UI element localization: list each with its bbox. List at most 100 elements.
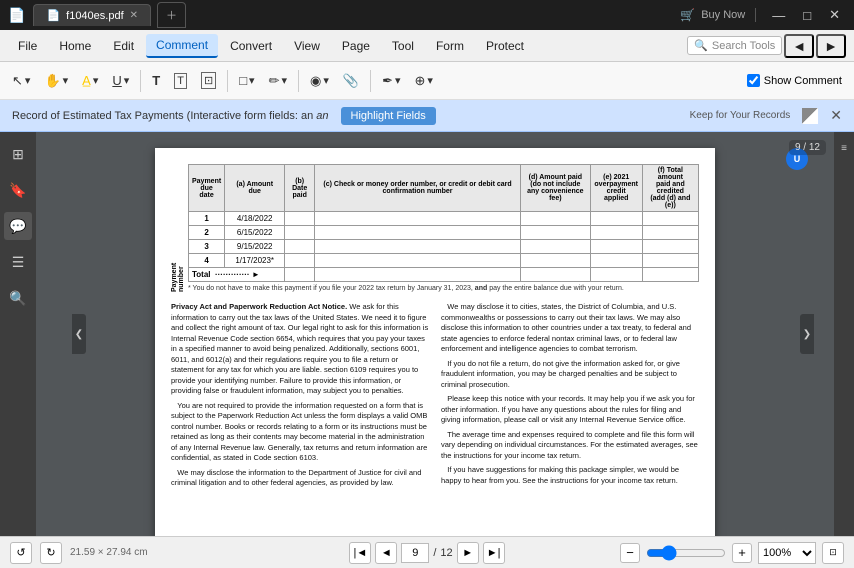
draw-tool-button[interactable]: ✏ ▾ [263, 67, 293, 95]
minimize-button[interactable]: — [766, 6, 791, 25]
show-comment-checkbox[interactable] [747, 74, 760, 87]
text-icon: T [152, 73, 160, 88]
row-4-a [285, 254, 315, 268]
toolbar-sep-2 [227, 70, 228, 92]
row-3-c [520, 240, 590, 254]
zoom-out-button[interactable]: − [620, 543, 640, 563]
panel-layers-button[interactable]: ☰ [4, 248, 32, 276]
menu-edit[interactable]: Edit [103, 35, 144, 57]
pdf-viewport[interactable]: U Paymentnumber Paymentduedate (a) Amoun… [36, 132, 834, 536]
shape-icon: □ [239, 73, 247, 88]
privacy-r1: We may disclose it to cities, states, th… [441, 302, 699, 355]
menu-comment[interactable]: Comment [146, 34, 218, 58]
right-panel-toggle[interactable]: ≡ [836, 140, 852, 156]
payment-number-header: Paymentnumber [171, 164, 185, 292]
buy-now-label[interactable]: Buy Now [701, 9, 745, 21]
hand-tool-button[interactable]: ✋ ▾ [38, 67, 74, 95]
scroll-left-indicator[interactable]: ❮ [72, 314, 86, 354]
zoom-slider[interactable] [646, 545, 726, 561]
row-1-date: 4/18/2022 [225, 212, 285, 226]
notification-close-button[interactable]: ✕ [830, 107, 842, 124]
titlebar-left: 📄 📄 f1040es.pdf ✕ ＋ [8, 2, 186, 28]
shape-tool-button[interactable]: □ ▾ [233, 67, 260, 95]
titlebar-separator [755, 8, 756, 22]
last-page-button[interactable]: ►| [483, 542, 505, 564]
select-tool-button[interactable]: ↖ ▾ [6, 67, 36, 95]
panel-bookmark-button[interactable]: 🔖 [4, 176, 32, 204]
menu-file[interactable]: File [8, 35, 47, 57]
draw-icon: ✏ [269, 73, 280, 89]
statusbar-center: |◄ ◄ / 12 ► ►| [349, 542, 504, 564]
signature-tool-button[interactable]: ✒ ▾ [376, 67, 406, 95]
menu-protect[interactable]: Protect [476, 35, 534, 57]
statusbar-right: − + 100% 75% 125% 150% 200% ⊡ [513, 542, 844, 564]
toolbar-sep-3 [298, 70, 299, 92]
underline-dropdown-icon: ▾ [124, 74, 130, 87]
panel-search-button[interactable]: 🔍 [4, 284, 32, 312]
nav-forward-button[interactable]: ► [816, 34, 846, 58]
fit-page-button[interactable]: ⊡ [822, 542, 844, 564]
text-tool-button[interactable]: T [146, 67, 166, 95]
underline-icon: U [112, 73, 121, 88]
pdf-page: Paymentnumber Paymentduedate (a) Amountd… [155, 148, 715, 536]
attach-tool-button[interactable]: 📎 [337, 67, 365, 95]
new-tab-button[interactable]: ＋ [157, 2, 186, 28]
search-icon: 🔍 [694, 39, 708, 52]
highlight-tool-button[interactable]: A̲ ▾ [76, 67, 104, 95]
stamp-dropdown-icon: ▾ [323, 74, 329, 87]
maximize-button[interactable]: □ [797, 6, 817, 25]
rotate-ccw-button[interactable]: ↺ [10, 542, 32, 564]
stamp-tool-button[interactable]: ◉ ▾ [304, 67, 335, 95]
shape-dropdown-icon: ▾ [249, 74, 255, 87]
row-4-num: 4 [189, 254, 225, 268]
payment-table: Paymentduedate (a) Amountdue (b) Datepai… [188, 164, 699, 282]
tab-close-icon[interactable]: ✕ [130, 10, 138, 21]
panel-comments-button[interactable]: 💬 [4, 212, 32, 240]
col-total: (f) Total amountpaid and credited(add (d… [642, 165, 698, 212]
row-2-b [315, 226, 521, 240]
panel-thumbnail-button[interactable]: ⊞ [4, 140, 32, 168]
table-row: 3 9/15/2022 [189, 240, 699, 254]
page-number-input[interactable] [401, 543, 429, 563]
rotate-cw-button[interactable]: ↻ [40, 542, 62, 564]
nav-back-button[interactable]: ◄ [784, 34, 814, 58]
prev-page-button[interactable]: ◄ [375, 542, 397, 564]
signature-icon: ✒ [382, 73, 393, 89]
row-1-a [285, 212, 315, 226]
toolbar-sep-1 [140, 70, 141, 92]
textbox-tool-button[interactable]: T [168, 67, 193, 95]
first-page-button[interactable]: |◄ [349, 542, 371, 564]
measure-tool-button[interactable]: ⊕ ▾ [409, 67, 439, 95]
zoom-in-button[interactable]: + [732, 543, 752, 563]
col-amount-paid: (d) Amount paid(do not includeany conven… [520, 165, 590, 212]
menu-home[interactable]: Home [49, 35, 101, 57]
titlebar-controls: 🛒 Buy Now — □ ✕ [680, 5, 846, 25]
menu-tool[interactable]: Tool [382, 35, 424, 57]
row-2-d [590, 226, 642, 240]
underline-tool-button[interactable]: U ▾ [106, 67, 135, 95]
notification-text-italic: an [316, 110, 328, 122]
menu-form[interactable]: Form [426, 35, 474, 57]
show-comment-area: Show Comment [747, 74, 848, 87]
privacy-r4: The average time and expenses required t… [441, 430, 699, 462]
measure-dropdown-icon: ▾ [427, 74, 433, 87]
tab-file[interactable]: 📄 f1040es.pdf ✕ [33, 4, 151, 26]
col-date-paid: (b) Datepaid [285, 165, 315, 212]
textbox-icon: T [174, 73, 187, 89]
measure-icon: ⊕ [415, 73, 426, 89]
next-page-button[interactable]: ► [457, 542, 479, 564]
total-pages-label: 12 [440, 547, 452, 559]
row-1-f [642, 212, 698, 226]
scroll-right-indicator[interactable]: ❯ [800, 314, 814, 354]
privacy-p1: Privacy Act and Paperwork Reduction Act … [171, 302, 429, 397]
show-comment-label[interactable]: Show Comment [764, 75, 842, 87]
highlight-fields-button[interactable]: Highlight Fields [341, 107, 436, 125]
menu-convert[interactable]: Convert [220, 35, 282, 57]
menu-page[interactable]: Page [332, 35, 380, 57]
attach-icon: 📎 [343, 73, 359, 89]
row-4-d [590, 254, 642, 268]
close-button[interactable]: ✕ [823, 5, 846, 25]
zoom-level-select[interactable]: 100% 75% 125% 150% 200% [758, 542, 816, 564]
menu-view[interactable]: View [284, 35, 330, 57]
callout-tool-button[interactable]: ⊡ [195, 67, 222, 95]
